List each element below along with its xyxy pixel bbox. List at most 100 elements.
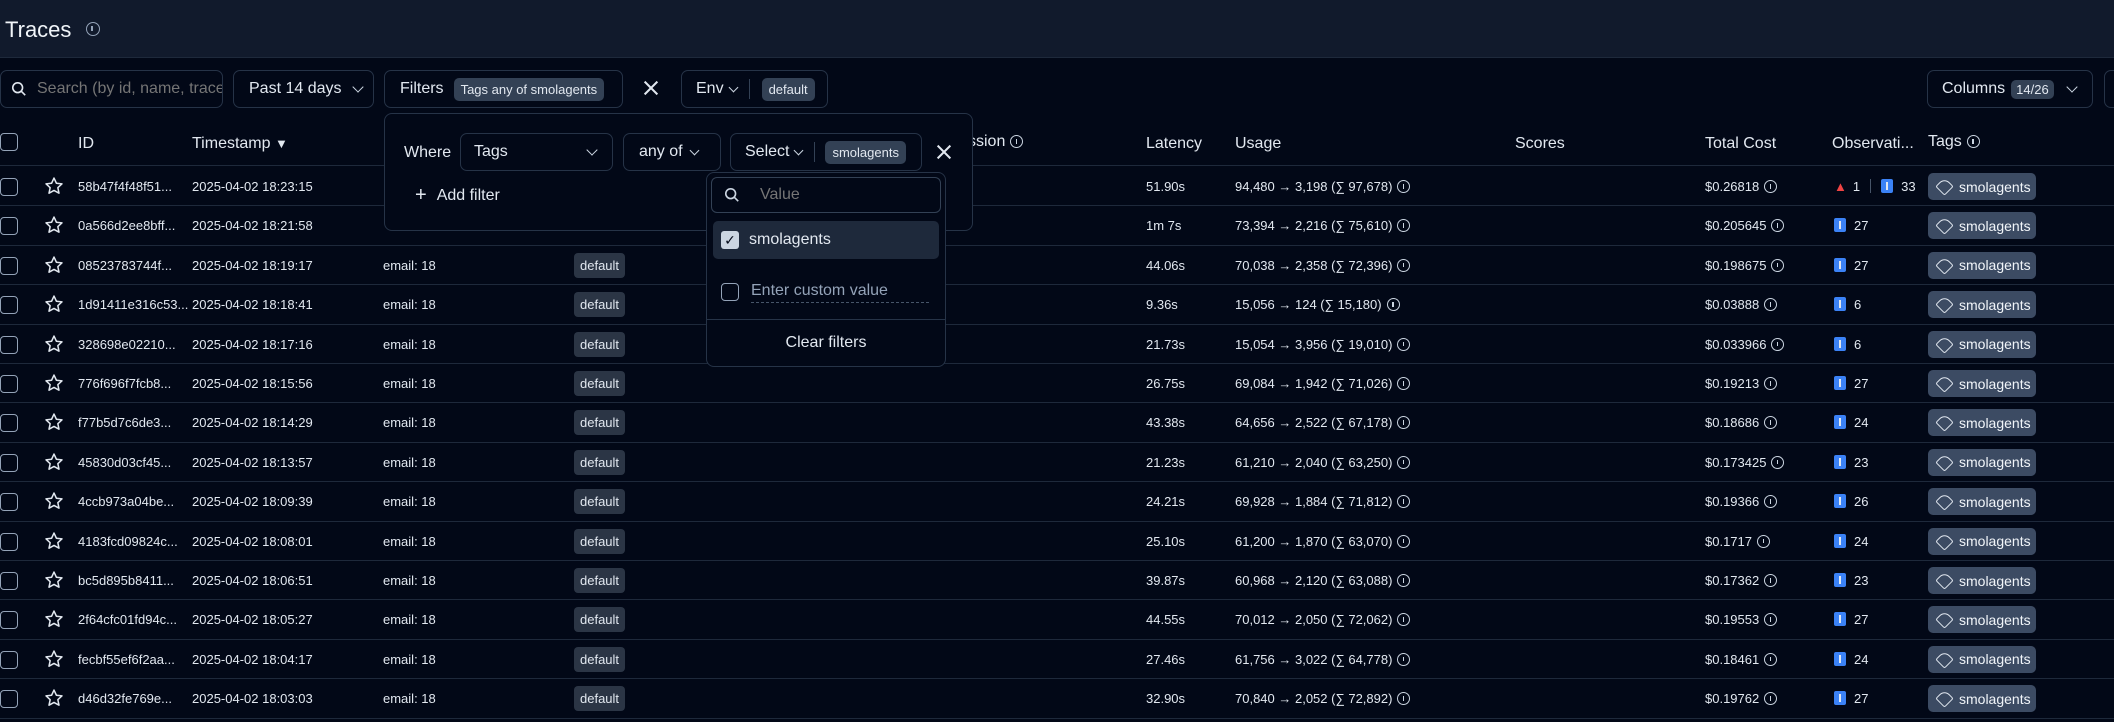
table-row[interactable]: 4ccb973a04be... 2025-04-02 18:09:39 email:… (0, 482, 2114, 522)
row-checkbox[interactable] (0, 375, 18, 393)
table-row[interactable]: 776f696f7fcb8... 2025-04-02 18:15:56 email… (0, 364, 2114, 404)
filter-column-select[interactable]: Tags (460, 133, 613, 171)
info-icon[interactable] (85, 22, 100, 36)
info-icon[interactable] (1397, 180, 1411, 193)
info-icon[interactable] (1764, 652, 1778, 666)
trace-id[interactable]: fecbf55ef6f2aa... (78, 652, 175, 667)
star-icon[interactable] (44, 373, 64, 393)
tag-chip[interactable]: smolagents (1928, 370, 2036, 397)
row-checkbox[interactable] (0, 296, 18, 315)
row-checkbox[interactable] (0, 256, 18, 275)
select-all-checkbox[interactable] (0, 133, 18, 151)
info-icon[interactable] (1397, 534, 1411, 548)
row-checkbox[interactable] (0, 532, 18, 551)
star-icon[interactable] (44, 531, 64, 551)
info-icon[interactable] (1764, 298, 1778, 312)
remove-filter-icon[interactable] (936, 144, 952, 160)
table-row[interactable]: d46d32fe769e... 2025-04-02 18:03:03 email:… (0, 679, 2114, 719)
row-checkbox[interactable] (0, 335, 18, 354)
star-icon[interactable] (44, 649, 64, 669)
col-observations[interactable]: Observati... (1832, 135, 1914, 153)
tag-chip[interactable]: smolagents (1928, 488, 2036, 516)
option-smolagents[interactable]: ✓ smolagents (713, 221, 939, 259)
info-icon[interactable] (1764, 416, 1778, 430)
col-latency[interactable]: Latency (1146, 135, 1202, 153)
info-icon[interactable] (1764, 495, 1778, 509)
table-row[interactable]: fecbf55ef6f2aa... 2025-04-02 18:04:17 emai… (0, 640, 2114, 680)
col-tags[interactable]: Tags (1928, 133, 1980, 151)
table-row[interactable]: 328698e02210... 2025-04-02 18:17:16 email:… (0, 325, 2114, 364)
info-icon[interactable] (1757, 534, 1770, 548)
custom-value-checkbox[interactable] (721, 283, 739, 301)
trace-id[interactable]: 2f64cfc01fd94c... (78, 612, 177, 627)
info-icon[interactable] (1771, 258, 1785, 272)
star-icon[interactable] (44, 452, 64, 472)
star-icon[interactable] (44, 176, 64, 196)
info-icon[interactable] (1386, 298, 1400, 312)
trace-id[interactable]: bc5d895b8411... (78, 573, 174, 588)
trace-id[interactable]: 58b47f4f48f51... (78, 179, 172, 194)
star-icon[interactable] (44, 570, 64, 590)
info-icon[interactable] (1764, 377, 1778, 390)
info-icon[interactable] (1764, 613, 1778, 627)
clear-filters-button[interactable]: Clear filters (707, 334, 945, 352)
tag-chip[interactable]: smolagents (1928, 251, 2036, 279)
tag-chip[interactable]: smolagents (1928, 409, 2036, 437)
table-row[interactable]: 4183fcd09824c... 2025-04-02 18:08:01 email… (0, 522, 2114, 561)
tag-chip[interactable]: smolagents (1928, 212, 2036, 240)
add-filter-button[interactable]: + Add filter (415, 184, 500, 207)
col-scores[interactable]: Scores (1515, 135, 1565, 153)
row-checkbox[interactable] (0, 611, 18, 630)
col-id[interactable]: ID (78, 135, 94, 153)
tag-chip[interactable]: smolagents (1928, 685, 2036, 713)
tag-chip[interactable]: smolagents (1928, 567, 2036, 594)
info-icon[interactable] (1397, 455, 1411, 469)
value-search[interactable] (711, 177, 941, 213)
info-icon[interactable] (1397, 495, 1411, 509)
row-checkbox[interactable] (0, 572, 18, 590)
info-icon[interactable] (1771, 337, 1785, 351)
table-row[interactable]: 2f64cfc01fd94c... 2025-04-02 18:05:27 emai… (0, 600, 2114, 640)
table-row[interactable]: 58b47f4f48f51... 2025-04-02 18:23:15 51.90… (0, 167, 2114, 207)
trace-id[interactable]: 328698e02210... (78, 337, 176, 352)
row-checkbox[interactable] (0, 650, 18, 669)
row-checkbox[interactable] (0, 493, 18, 512)
filters-button[interactable]: Filters Tags any of smolagents (384, 70, 623, 108)
col-usage[interactable]: Usage (1235, 135, 1281, 153)
trace-id[interactable]: 08523783744f... (78, 258, 172, 273)
trace-id[interactable]: 4183fcd09824c... (78, 534, 178, 549)
table-row[interactable]: 08523783744f... 2025-04-02 18:19:17 email:… (0, 246, 2114, 286)
info-icon[interactable] (1764, 180, 1778, 193)
info-icon[interactable] (1397, 337, 1411, 351)
search-field[interactable] (37, 80, 222, 98)
star-icon[interactable] (44, 609, 64, 629)
clear-filters-icon[interactable] (643, 80, 659, 96)
custom-value-row[interactable]: Enter custom value (713, 273, 939, 311)
star-icon[interactable] (44, 688, 64, 708)
env-filter[interactable]: Env default (681, 70, 828, 108)
trace-id[interactable]: 776f696f7fcb8... (78, 376, 171, 391)
tag-chip[interactable]: smolagents (1928, 645, 2036, 673)
col-session[interactable]: ssion (968, 133, 1024, 151)
info-icon[interactable] (1764, 692, 1778, 706)
trace-id[interactable]: 1d91411e316c53... (78, 297, 188, 312)
row-checkbox[interactable] (0, 453, 18, 472)
info-icon[interactable] (1764, 574, 1778, 587)
row-checkbox[interactable] (0, 414, 18, 433)
trace-id[interactable]: f77b5d7c6de3... (78, 415, 171, 430)
table-row[interactable]: 1d91411e316c53... 2025-04-02 18:18:41 emai… (0, 285, 2114, 325)
tag-chip[interactable]: smolagents (1928, 527, 2036, 555)
info-icon[interactable] (1397, 377, 1411, 390)
info-icon[interactable] (1397, 692, 1411, 706)
filter-operator-select[interactable]: any of (623, 133, 721, 171)
row-checkbox[interactable] (0, 217, 18, 236)
trace-id[interactable]: 4ccb973a04be... (78, 494, 174, 509)
time-range-select[interactable]: Past 14 days (233, 70, 374, 108)
info-icon[interactable] (1397, 613, 1411, 627)
info-icon[interactable] (1397, 574, 1411, 587)
table-row[interactable]: f77b5d7c6de3... 2025-04-02 18:14:29 email:… (0, 403, 2114, 443)
table-row[interactable]: 45830d03cf45... 2025-04-02 18:13:57 email:… (0, 443, 2114, 483)
info-icon[interactable] (1397, 258, 1411, 272)
info-icon[interactable] (1771, 455, 1785, 469)
tag-chip[interactable]: smolagents (1928, 330, 2036, 358)
